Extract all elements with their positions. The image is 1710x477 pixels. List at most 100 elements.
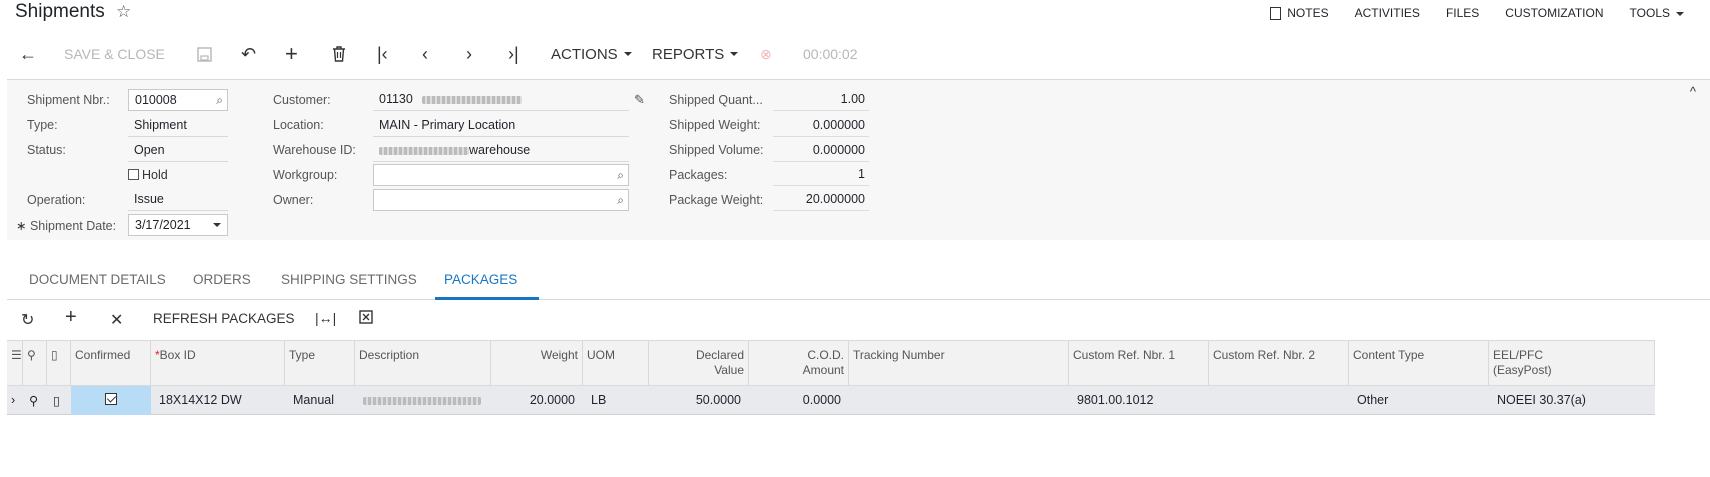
- page-title: Shipments: [15, 1, 105, 22]
- type-cell[interactable]: Manual: [285, 386, 355, 415]
- delete-button[interactable]: [332, 36, 346, 72]
- declared-value-cell[interactable]: 50.0000: [649, 386, 749, 415]
- col-eel-pfc[interactable]: EEL/PFC (EasyPost): [1489, 341, 1655, 387]
- col-content-type[interactable]: Content Type: [1349, 341, 1489, 387]
- row-expand-icon[interactable]: ›: [7, 386, 23, 415]
- col-confirmed[interactable]: Confirmed: [71, 341, 151, 387]
- col-declared-value[interactable]: Declared Value: [649, 341, 749, 387]
- checkbox-icon: [128, 169, 139, 180]
- status-value: Open: [128, 140, 228, 162]
- chevron-down-icon: [213, 223, 221, 227]
- shipment-date-field[interactable]: 3/17/2021: [128, 214, 228, 236]
- add-row-icon[interactable]: +: [65, 306, 77, 329]
- tools-menu[interactable]: TOOLS: [1630, 6, 1684, 20]
- hold-checkbox[interactable]: Hold: [128, 168, 168, 182]
- note-icon[interactable]: ▯: [47, 386, 71, 415]
- confirmed-cell[interactable]: [71, 386, 151, 415]
- undo-button[interactable]: ↶: [241, 36, 256, 72]
- refresh-icon[interactable]: ↻: [21, 310, 34, 330]
- description-redacted: [363, 396, 481, 405]
- next-icon: ›: [466, 44, 472, 64]
- top-nav: NOTES ACTIVITIES FILES CUSTOMIZATION TOO…: [1270, 6, 1710, 20]
- tracking-number-cell[interactable]: [849, 386, 1069, 415]
- workgroup-field[interactable]: ⌕: [373, 164, 629, 186]
- plus-icon: +: [285, 41, 298, 66]
- undo-icon: ↶: [241, 44, 257, 64]
- col-custom-ref-2[interactable]: Custom Ref. Nbr. 2: [1209, 341, 1349, 387]
- custom-ref-2-cell[interactable]: [1209, 386, 1349, 415]
- search-icon[interactable]: ⌕: [617, 193, 624, 208]
- row-selector-header-icon[interactable]: ☰: [7, 341, 23, 387]
- chevron-down-icon: [623, 52, 632, 56]
- last-icon: ›|: [508, 44, 519, 64]
- box-id-cell[interactable]: 18X14X12 DW: [151, 386, 285, 415]
- save-icon: [197, 46, 212, 62]
- favorite-star-icon[interactable]: ☆: [116, 2, 131, 22]
- tab-packages[interactable]: PACKAGES: [444, 272, 517, 287]
- files-link[interactable]: FILES: [1446, 6, 1479, 20]
- col-custom-ref-1[interactable]: Custom Ref. Nbr. 1: [1069, 341, 1209, 387]
- back-button[interactable]: ←: [19, 36, 37, 72]
- tab-document-details[interactable]: DOCUMENT DETAILS: [29, 272, 166, 287]
- prev-record-button[interactable]: ‹: [422, 36, 428, 72]
- shipment-nbr-field[interactable]: 010008 ⌕: [128, 89, 228, 111]
- eel-pfc-cell[interactable]: NOEEI 30.37(a): [1489, 386, 1655, 415]
- packages-value: 1: [773, 164, 869, 186]
- warehouse-field[interactable]: warehouse: [373, 140, 629, 162]
- owner-field[interactable]: ⌕: [373, 189, 629, 211]
- next-record-button[interactable]: ›: [466, 36, 472, 72]
- save-close-button[interactable]: SAVE & CLOSE: [64, 36, 165, 72]
- col-tracking-number[interactable]: Tracking Number: [849, 341, 1069, 387]
- col-box-id[interactable]: *Box ID: [151, 341, 285, 387]
- excel-icon: [359, 310, 373, 324]
- main-toolbar: ← SAVE & CLOSE ↶ + |‹ ‹ › ›| ACTIONS REP…: [0, 36, 1710, 72]
- title-bar: Shipments ☆ NOTES ACTIVITIES FILES CUSTO…: [0, 0, 1710, 30]
- refresh-packages-button[interactable]: REFRESH PACKAGES: [153, 311, 295, 326]
- search-icon[interactable]: ⌕: [617, 168, 624, 183]
- location-label: Location:: [273, 118, 324, 132]
- col-type[interactable]: Type: [285, 341, 355, 387]
- activities-link[interactable]: ACTIVITIES: [1355, 6, 1420, 20]
- chevron-down-icon: [730, 52, 739, 56]
- type-value: Shipment: [128, 115, 228, 137]
- stop-timer-icon[interactable]: ⊗: [760, 36, 772, 72]
- shipped-weight-value: 0.000000: [773, 115, 869, 137]
- col-description[interactable]: Description: [355, 341, 491, 387]
- col-weight[interactable]: Weight: [491, 341, 583, 387]
- col-cod-amount[interactable]: C.O.D. Amount: [749, 341, 849, 387]
- tab-shipping-settings[interactable]: SHIPPING SETTINGS: [281, 272, 417, 287]
- prev-icon: ‹: [422, 44, 428, 64]
- save-button[interactable]: [197, 36, 212, 72]
- custom-ref-1-cell[interactable]: 9801.00.1012: [1069, 386, 1209, 415]
- fit-columns-icon[interactable]: |↔|: [315, 310, 336, 326]
- last-record-button[interactable]: ›|: [508, 36, 519, 72]
- packages-toolbar: ↻ + ✕ REFRESH PACKAGES |↔|: [7, 302, 1710, 338]
- table-row[interactable]: › ⚲ ▯ 18X14X12 DW Manual 20.0000 LB 50.0…: [7, 386, 1655, 415]
- search-icon[interactable]: ⌕: [216, 93, 223, 108]
- export-excel-icon[interactable]: [359, 310, 373, 329]
- tab-orders[interactable]: ORDERS: [193, 272, 251, 287]
- owner-label: Owner:: [273, 193, 314, 207]
- first-record-button[interactable]: |‹: [377, 36, 388, 72]
- col-uom[interactable]: UOM: [583, 341, 649, 387]
- shipped-volume-value: 0.000000: [773, 140, 869, 162]
- delete-row-icon[interactable]: ✕: [110, 310, 123, 330]
- reports-menu[interactable]: REPORTS: [652, 36, 739, 72]
- attachment-header-icon: ⚲: [23, 341, 47, 387]
- add-button[interactable]: +: [285, 36, 298, 72]
- uom-cell[interactable]: LB: [583, 386, 649, 415]
- customization-link[interactable]: CUSTOMIZATION: [1505, 6, 1603, 20]
- notes-link[interactable]: NOTES: [1270, 6, 1329, 20]
- warehouse-redacted: [379, 146, 469, 155]
- customer-field[interactable]: 01130: [373, 89, 629, 111]
- attachment-icon[interactable]: ⚲: [23, 386, 47, 415]
- cod-amount-cell[interactable]: 0.0000: [749, 386, 849, 415]
- description-cell[interactable]: [355, 386, 491, 415]
- collapse-icon[interactable]: ^: [1690, 84, 1696, 99]
- location-value[interactable]: MAIN - Primary Location: [373, 115, 629, 137]
- shipped-weight-label: Shipped Weight:: [669, 118, 761, 132]
- content-type-cell[interactable]: Other: [1349, 386, 1489, 415]
- actions-menu[interactable]: ACTIONS: [551, 36, 632, 72]
- pencil-icon[interactable]: ✎: [634, 92, 645, 108]
- weight-cell[interactable]: 20.0000: [491, 386, 583, 415]
